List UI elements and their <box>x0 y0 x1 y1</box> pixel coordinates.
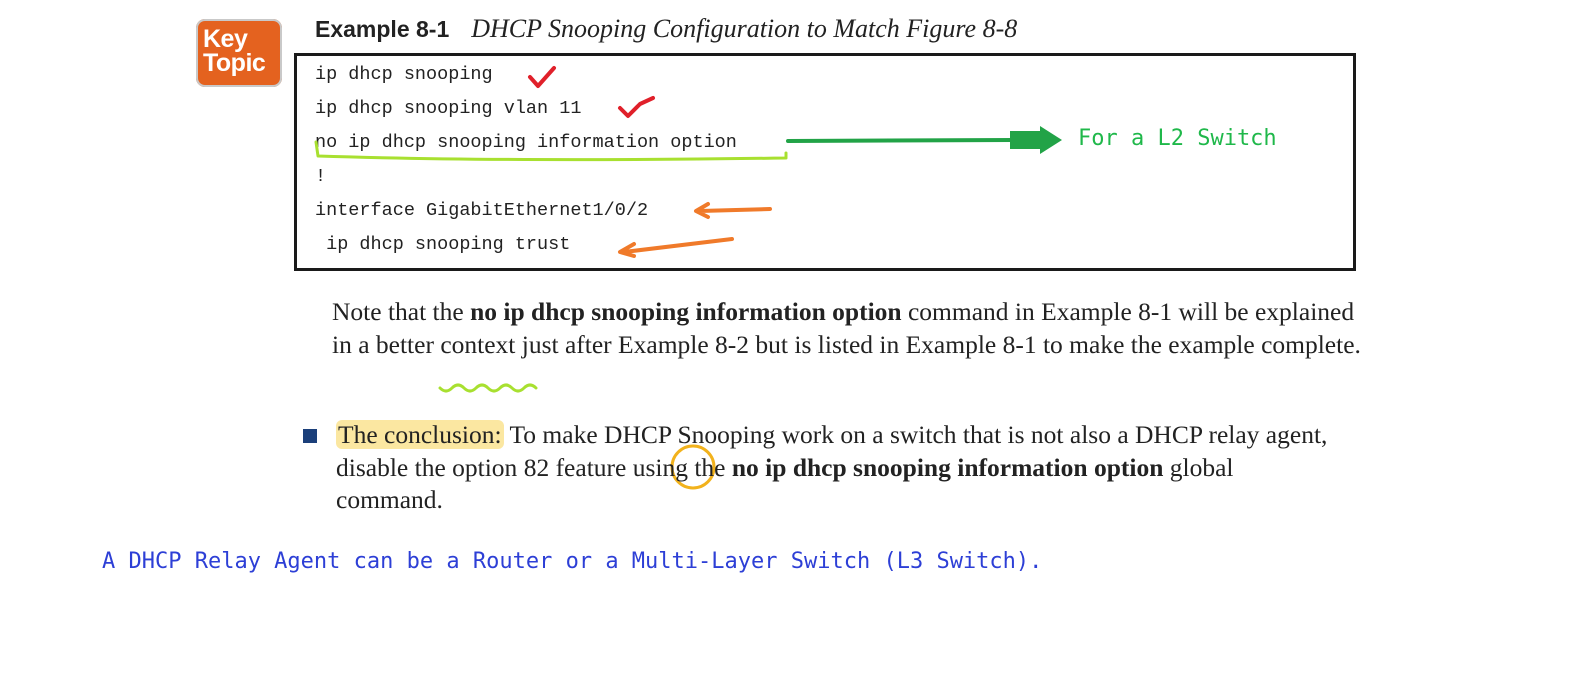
code-line-1: ip dhcp snooping <box>315 64 493 85</box>
conclusion-highlight: The conclusion: <box>336 420 504 449</box>
l2-switch-annotation: For a L2 Switch <box>1078 126 1277 151</box>
conclusion-bullet: The conclusion: To make DHCP Snooping wo… <box>336 419 1336 517</box>
example-label: Example 8-1 <box>315 16 450 42</box>
key-topic-badge: Key Topic <box>196 19 282 87</box>
squiggle-underline <box>438 383 538 393</box>
example-heading: Example 8-1 DHCP Snooping Configuration t… <box>315 14 1017 44</box>
example-caption: DHCP Snooping Configuration to Match Fig… <box>471 14 1018 43</box>
code-line-6: ip dhcp snooping trust <box>315 234 571 255</box>
note-paragraph: Note that the no ip dhcp snooping inform… <box>332 296 1372 361</box>
badge-line-2: Topic <box>203 49 266 77</box>
code-line-2: ip dhcp snooping vlan 11 <box>315 98 582 119</box>
bullet-text-2: feature using the <box>549 452 732 482</box>
note-text-1: Note that the <box>332 297 471 326</box>
badge-line-1: Key <box>203 25 248 53</box>
code-line-4: ! <box>315 166 327 187</box>
relay-agent-note: A DHCP Relay Agent can be a Router or a … <box>102 549 1043 574</box>
note-word-complete: complete <box>1261 329 1355 359</box>
note-command: no ip dhcp snooping information option <box>470 297 902 326</box>
code-line-3: no ip dhcp snooping information option <box>315 132 737 153</box>
bullet-command: no ip dhcp snooping information option <box>731 452 1164 482</box>
note-text-3: . <box>1354 329 1361 359</box>
code-line-5: interface GigabitEthernet1/0/2 <box>315 200 649 221</box>
bullet-icon <box>303 429 317 443</box>
circled-number: 82 <box>523 452 550 482</box>
